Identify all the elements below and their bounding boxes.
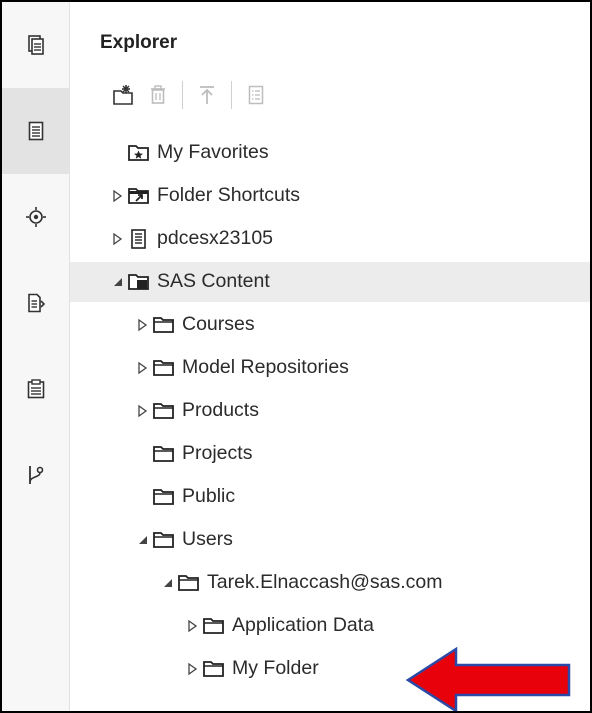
tree-item-label: Projects — [182, 442, 253, 464]
open-documents-icon — [27, 35, 44, 55]
git-repository-button[interactable] — [2, 432, 69, 518]
folder-icon — [152, 358, 176, 378]
tree-item[interactable]: My Favorites — [70, 133, 590, 173]
tree-item-label: Products — [182, 399, 259, 421]
sas-content-icon — [127, 272, 151, 292]
red-arrow-annotation — [406, 646, 571, 711]
folder-icon — [202, 659, 226, 679]
expand-toggle-icon[interactable] — [137, 318, 149, 332]
expand-toggle-icon[interactable] — [112, 232, 124, 246]
snippets-button[interactable] — [2, 260, 69, 346]
toolbar-separator — [231, 81, 232, 109]
expand-toggle-icon[interactable] — [187, 619, 199, 633]
folder-icon — [152, 487, 176, 507]
tasks-icon — [27, 379, 44, 399]
folder-icon — [202, 616, 226, 636]
folder-icon — [152, 530, 176, 550]
tree-item[interactable]: Projects — [70, 434, 590, 474]
expand-toggle-icon[interactable] — [187, 662, 199, 676]
tree-item-label: pdcesx23105 — [157, 227, 274, 249]
upload-icon — [200, 86, 214, 104]
tree-item[interactable]: Application Data — [70, 606, 590, 646]
tree-item-label: Tarek.Elnaccash@sas.com — [207, 571, 443, 593]
collapse-toggle-icon[interactable] — [112, 275, 124, 289]
favorites-folder-icon — [127, 143, 151, 163]
snippets-icon — [27, 293, 45, 313]
folder-icon — [152, 444, 176, 464]
expand-toggle-icon[interactable] — [137, 404, 149, 418]
explorer-panel: Explorer My Favorites Folder Shortcuts p… — [70, 2, 590, 711]
collapse-toggle-icon[interactable] — [162, 576, 174, 590]
tree-item[interactable]: Model Repositories — [70, 348, 590, 388]
tree-item[interactable]: Folder Shortcuts — [70, 176, 590, 216]
tree-item-label: My Favorites — [157, 141, 269, 163]
properties-button[interactable] — [242, 81, 270, 109]
open-documents-button[interactable] — [2, 2, 69, 88]
tree-item-label: Users — [182, 528, 233, 550]
folder-icon — [152, 315, 176, 335]
toolbar-separator — [182, 81, 183, 109]
libraries-button[interactable] — [2, 174, 69, 260]
tree-item[interactable]: Users — [70, 520, 590, 560]
new-item-icon — [113, 85, 133, 105]
tree-item-label: Application Data — [232, 614, 375, 636]
tree-item-label: Model Repositories — [182, 356, 349, 378]
tree-item-label: Folder Shortcuts — [157, 184, 301, 206]
tree-item[interactable]: Courses — [70, 305, 590, 345]
explorer-toolbar — [110, 80, 276, 110]
delete-icon — [151, 85, 165, 104]
tree-item[interactable]: Products — [70, 391, 590, 431]
explorer-window: Explorer My Favorites Folder Shortcuts p… — [0, 0, 592, 713]
properties-icon — [248, 85, 264, 105]
expand-toggle-icon[interactable] — [112, 189, 124, 203]
folder-shortcut-icon — [127, 186, 151, 206]
tree-item[interactable]: SAS Content — [70, 262, 590, 302]
tree-item[interactable]: Tarek.Elnaccash@sas.com — [70, 563, 590, 603]
tree-item-label: Courses — [182, 313, 255, 335]
tree-item[interactable]: Public — [70, 477, 590, 517]
explorer-icon — [28, 121, 43, 141]
new-item-button[interactable] — [110, 81, 138, 109]
expand-toggle-icon[interactable] — [137, 361, 149, 375]
libraries-icon — [25, 207, 46, 227]
git-repository-icon — [28, 466, 43, 484]
tree-item-label: My Folder — [232, 657, 319, 679]
folder-icon — [152, 401, 176, 421]
collapse-toggle-icon[interactable] — [137, 533, 149, 547]
tasks-button[interactable] — [2, 346, 69, 432]
panel-title: Explorer — [100, 32, 178, 53]
tree-item-label: Public — [182, 485, 236, 507]
side-navigation — [2, 2, 70, 711]
delete-button[interactable] — [144, 81, 172, 109]
upload-button[interactable] — [193, 81, 221, 109]
folder-icon — [177, 573, 201, 593]
tree-item[interactable]: pdcesx23105 — [70, 219, 590, 259]
explorer-button[interactable] — [2, 88, 69, 174]
tree-item-label: SAS Content — [157, 270, 270, 292]
server-icon — [127, 229, 151, 249]
